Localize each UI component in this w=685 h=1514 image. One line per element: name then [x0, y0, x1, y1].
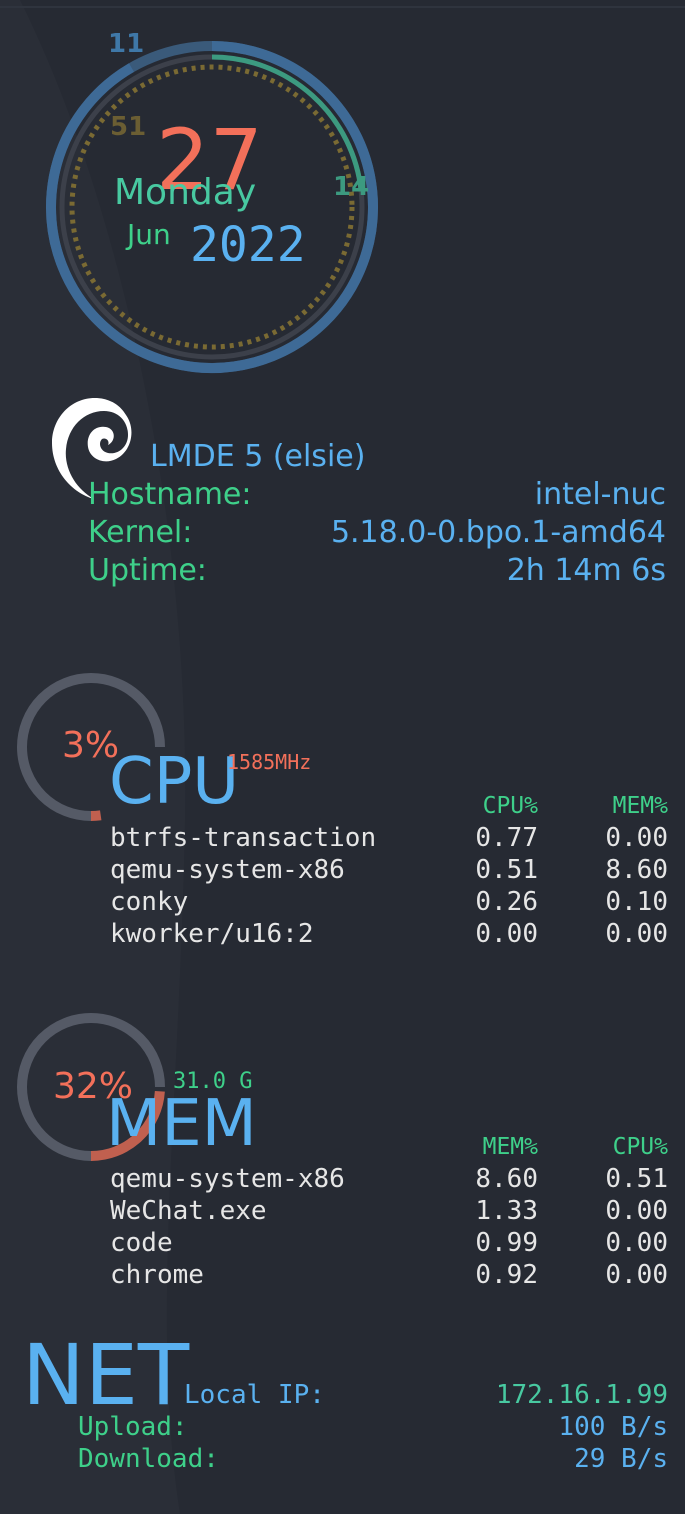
mem-proc-name: code — [110, 1228, 173, 1258]
uptime-label: Uptime: — [88, 553, 207, 588]
clock-year: 2022 — [190, 217, 306, 273]
clock-weekday: Monday — [114, 172, 257, 213]
top-border — [0, 6, 685, 8]
mem-proc-name: chrome — [110, 1260, 204, 1290]
cpu-proc-cpu: 0.51 — [475, 855, 538, 885]
cpu-col-cpu: CPU% — [482, 793, 538, 819]
distro-name: LMDE 5 (elsie) — [150, 439, 366, 474]
mem-proc-name: qemu-system-x86 — [110, 1164, 345, 1194]
download-value: 29 B/s — [574, 1444, 668, 1474]
hostname-label: Hostname: — [88, 477, 252, 512]
cpu-proc-name: kworker/u16:2 — [110, 919, 314, 949]
local-ip-label: Local IP: — [184, 1380, 325, 1410]
cpu-proc-mem: 0.00 — [605, 823, 668, 853]
mem-proc-mem: 1.33 — [475, 1196, 538, 1226]
cpu-proc-name: btrfs-transaction — [110, 823, 377, 853]
cpu-title: CPU — [109, 745, 240, 819]
upload-value: 100 B/s — [558, 1412, 668, 1442]
local-ip-value: 172.16.1.99 — [495, 1380, 668, 1410]
mem-proc-mem: 8.60 — [475, 1164, 538, 1194]
cpu-proc-cpu: 0.26 — [475, 887, 538, 917]
clock-hour: 11 — [108, 29, 145, 59]
mem-proc-name: WeChat.exe — [110, 1196, 267, 1226]
cpu-proc-mem: 0.00 — [605, 919, 668, 949]
uptime-value: 2h 14m 6s — [506, 553, 666, 588]
kernel-value: 5.18.0-0.bpo.1-amd64 — [330, 515, 666, 550]
cpu-frequency: 1585MHz — [227, 750, 312, 774]
cpu-gauge-fill — [90, 810, 102, 821]
cpu-proc-mem: 8.60 — [605, 855, 668, 885]
upload-label: Upload: — [78, 1412, 188, 1442]
download-label: Download: — [78, 1444, 219, 1474]
mem-proc-mem: 0.99 — [475, 1228, 538, 1258]
cpu-col-mem: MEM% — [612, 793, 668, 819]
mem-proc-cpu: 0.00 — [605, 1196, 668, 1226]
mem-col-cpu: CPU% — [612, 1134, 668, 1160]
mem-col-mem: MEM% — [482, 1134, 538, 1160]
mem-title: MEM — [106, 1087, 257, 1161]
mem-proc-cpu: 0.51 — [605, 1164, 668, 1194]
cpu-proc-name: qemu-system-x86 — [110, 855, 345, 885]
cpu-proc-cpu: 0.77 — [475, 823, 538, 853]
hostname-value: intel-nuc — [534, 477, 666, 512]
clock-minute: 51 — [110, 112, 147, 142]
clock-month: Jun — [127, 218, 171, 251]
clock-second: 14 — [333, 172, 370, 202]
kernel-label: Kernel: — [88, 515, 193, 550]
cpu-proc-cpu: 0.00 — [475, 919, 538, 949]
mem-proc-cpu: 0.00 — [605, 1260, 668, 1290]
cpu-proc-name: conky — [110, 887, 189, 917]
net-title: NET — [22, 1326, 190, 1424]
mem-proc-cpu: 0.00 — [605, 1228, 668, 1258]
mem-proc-mem: 0.92 — [475, 1260, 538, 1290]
cpu-proc-mem: 0.10 — [605, 887, 668, 917]
